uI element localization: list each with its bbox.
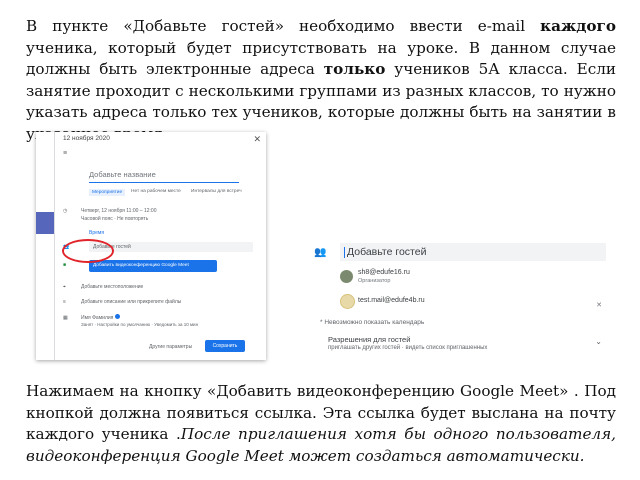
red-highlight-circle (62, 239, 114, 263)
add-guests-field[interactable]: Добавьте гостей (340, 243, 606, 261)
guest-item[interactable]: test.mail@edufe4b.ru (358, 297, 425, 304)
find-time-link[interactable]: Время (89, 230, 104, 236)
instruction-paragraph-1: В пункте «Добавьте гостей» необходимо вв… (26, 17, 617, 143)
clock-icon: ◷ (63, 208, 68, 214)
timezone-row[interactable]: Часовой пояс · Не повторять (81, 216, 261, 222)
description-icon: ≡ (63, 299, 66, 305)
time-text: Четверг, 12 ноября 11:00 – 12:00 (81, 208, 157, 214)
description-row[interactable]: ≡ Добавьте описание или прикрепите файлы (63, 299, 263, 305)
people-icon: 👥 (314, 247, 327, 258)
tab-appointment-slots[interactable]: Интервалы для встреч (191, 189, 242, 194)
calendar-color-dot (114, 314, 120, 319)
calendar-unavailable-note: * Невозможно показать календарь (320, 319, 425, 326)
guest-permissions-summary: приглашать других гостей · видеть список… (328, 345, 488, 351)
meet-icon: ■ (63, 262, 67, 268)
guest-item[interactable]: sh8@edufe16.ru Организатор (358, 269, 410, 284)
location-icon: ⌖ (63, 284, 66, 290)
time-row[interactable]: ◷ Четверг, 12 ноября 11:00 – 12:00 (63, 208, 263, 214)
guest-permissions-title[interactable]: Разрешения для гостей (328, 335, 410, 344)
text-cursor (344, 246, 345, 258)
guest-avatar (340, 294, 355, 309)
owner-row[interactable]: ▦ Имя Фамилия (63, 314, 263, 321)
drag-handle-icon[interactable]: ≡ (63, 150, 67, 157)
calendar-dialog-screenshot: 12 ноября 2020 ✕ ≡ Добавьте название Мер… (36, 132, 266, 360)
dialog-date: 12 ноября 2020 (63, 135, 110, 142)
remove-guest-icon[interactable]: ✕ (596, 301, 602, 309)
tab-out-of-office[interactable]: Нет на рабочем месте (131, 189, 181, 194)
tab-event[interactable]: Мероприятие (89, 189, 126, 196)
more-options-button[interactable]: Другие параметры (149, 344, 192, 350)
calendar-icon: ▦ (63, 315, 68, 321)
guest-avatar (340, 270, 353, 283)
location-row[interactable]: ⌖ Добавьте местоположение (63, 284, 263, 290)
owner-settings: Занят · Настройки по умолчанию · Уведоми… (81, 322, 199, 327)
chevron-down-icon[interactable]: ⌄ (595, 337, 602, 346)
add-meet-button[interactable]: Добавить видеоконференцию Google Meet (89, 260, 217, 272)
instruction-paragraph-2: Нажимаем на кнопку «Добавить видеоконфер… (26, 382, 616, 465)
guests-panel-screenshot: 👥 Добавьте гостей sh8@edufe16.ru Организа… (304, 237, 620, 359)
save-button[interactable]: Сохранить (205, 340, 245, 352)
close-icon[interactable]: ✕ (253, 134, 261, 145)
event-title-input[interactable]: Добавьте название (89, 170, 239, 183)
calendar-background-strip (36, 212, 54, 234)
